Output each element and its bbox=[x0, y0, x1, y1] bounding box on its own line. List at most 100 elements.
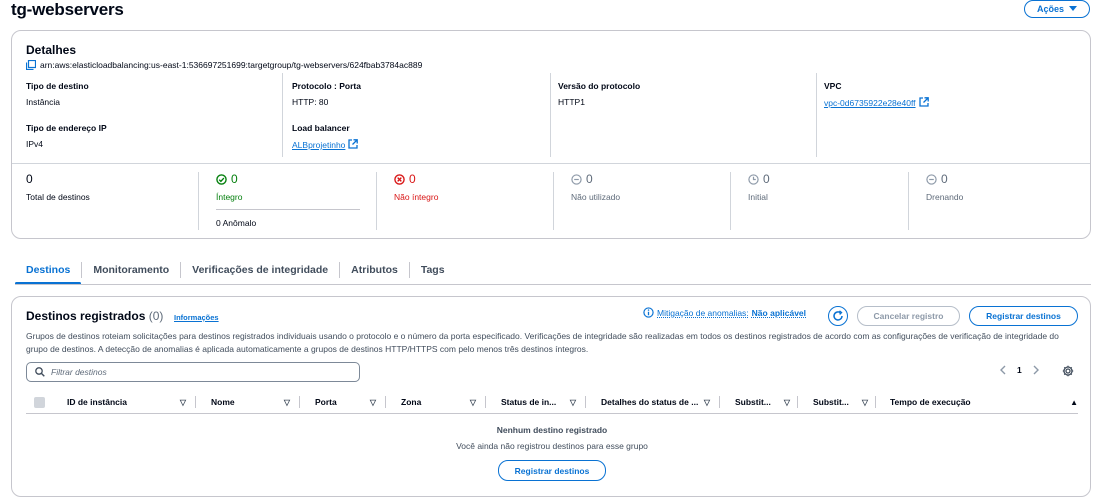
sort-caret-icon: ▽ bbox=[369, 397, 376, 407]
targets-count: (0) bbox=[148, 309, 164, 323]
vpc-label: VPC bbox=[824, 81, 842, 91]
sort-caret-icon: ▽ bbox=[703, 397, 710, 407]
mitigation-label: Mitigação de anomalias: bbox=[657, 307, 749, 318]
column-header-instance-id[interactable]: ID de instância ▽ bbox=[56, 391, 196, 413]
copy-icon[interactable] bbox=[26, 60, 36, 70]
column-header-zone[interactable]: Zona ▽ bbox=[386, 391, 486, 413]
stopped-circle-icon bbox=[926, 173, 937, 185]
tab-verificacoes-integridade[interactable]: Verificações de integridade bbox=[181, 256, 339, 284]
column-header-name[interactable]: Nome ▽ bbox=[196, 391, 300, 413]
sort-ascending-icon: ▲ bbox=[1070, 397, 1078, 407]
stat-unused: 0 Não utilizado bbox=[571, 172, 620, 202]
empty-register-targets-button[interactable]: Registrar destinos bbox=[498, 460, 606, 481]
info-link[interactable]: Informações bbox=[174, 313, 219, 322]
tabs-underline bbox=[15, 284, 1091, 285]
column-label: Substit... bbox=[813, 397, 849, 407]
column-header-execution-time[interactable]: Tempo de execução ▲ bbox=[876, 391, 1078, 413]
empty-state-description: Você ainda não registrou destinos para e… bbox=[456, 441, 648, 451]
tab-atributos[interactable]: Atributos bbox=[340, 256, 409, 284]
current-page[interactable]: 1 bbox=[1017, 365, 1022, 375]
sort-caret-icon: ▽ bbox=[783, 397, 790, 407]
divider bbox=[550, 73, 551, 157]
protocol-port-label: Protocolo : Porta bbox=[292, 81, 361, 91]
anomaly-mitigation-status[interactable]: Mitigação de anomalias: Não aplicável bbox=[643, 307, 806, 318]
stat-total: 0 Total de destinos bbox=[26, 172, 90, 202]
tab-bar: Destinos Monitoramento Verificações de i… bbox=[15, 256, 456, 285]
table-header-divider bbox=[26, 413, 1078, 414]
ip-address-type-value: IPv4 bbox=[26, 139, 44, 149]
refresh-button[interactable] bbox=[828, 306, 848, 326]
external-link-icon bbox=[348, 139, 359, 149]
select-all-checkbox[interactable] bbox=[34, 396, 45, 408]
refresh-icon bbox=[833, 310, 843, 321]
field-protocol-port: Protocolo : Porta HTTP: 80 bbox=[292, 81, 361, 107]
stat-total-label: Total de destinos bbox=[26, 192, 90, 202]
stat-draining-label: Drenando bbox=[926, 192, 964, 202]
stat-total-value: 0 bbox=[26, 172, 33, 186]
stopped-circle-icon bbox=[571, 173, 582, 185]
column-label: Porta bbox=[315, 397, 337, 407]
chevron-left-icon[interactable] bbox=[999, 365, 1006, 375]
chevron-right-icon[interactable] bbox=[1033, 365, 1040, 375]
tab-destinos[interactable]: Destinos bbox=[15, 256, 82, 285]
column-label: Tempo de execução bbox=[890, 397, 971, 407]
target-type-label: Tipo de destino bbox=[26, 81, 89, 91]
load-balancer-link[interactable]: ALBprojetinho bbox=[292, 140, 345, 150]
tab-tags[interactable]: Tags bbox=[410, 256, 456, 284]
protocol-port-value: HTTP: 80 bbox=[292, 97, 329, 107]
stat-draining-value: 0 bbox=[941, 172, 948, 186]
column-header-override-1[interactable]: Substit... ▽ bbox=[720, 391, 798, 413]
column-header-port[interactable]: Porta ▽ bbox=[300, 391, 386, 413]
pagination: 1 bbox=[999, 365, 1040, 375]
arn-row: arn:aws:elasticloadbalancing:us-east-1:5… bbox=[26, 60, 422, 70]
sort-caret-icon: ▽ bbox=[569, 397, 576, 407]
actions-dropdown-button[interactable]: Ações bbox=[1024, 0, 1090, 18]
targets-title-text: Destinos registrados bbox=[26, 309, 146, 323]
column-header-override-2[interactable]: Substit... ▽ bbox=[798, 391, 876, 413]
column-header-health-status-details[interactable]: Detalhes do status de ... ▽ bbox=[586, 391, 720, 413]
stat-healthy-value: 0 bbox=[231, 172, 238, 186]
divider bbox=[553, 172, 554, 230]
gear-icon[interactable] bbox=[1062, 365, 1074, 377]
table-header: ID de instância ▽ Nome ▽ Porta ▽ Zona ▽ … bbox=[26, 391, 1078, 413]
divider bbox=[730, 172, 731, 230]
vpc-link[interactable]: vpc-0d6735922e28e40ff bbox=[824, 98, 916, 108]
filter-targets-input[interactable] bbox=[51, 367, 351, 377]
divider bbox=[376, 172, 377, 230]
sort-caret-icon: ▽ bbox=[283, 397, 290, 407]
stat-unhealthy-value: 0 bbox=[409, 172, 416, 186]
column-label: ID de instância bbox=[67, 397, 127, 407]
filter-targets-field[interactable] bbox=[26, 362, 360, 382]
field-vpc: VPC vpc-0d6735922e28e40ff bbox=[824, 81, 929, 108]
column-header-health-status[interactable]: Status de in... ▽ bbox=[486, 391, 586, 413]
stat-healthy: 0 Íntegro bbox=[216, 172, 242, 202]
arn-value: arn:aws:elasticloadbalancing:us-east-1:5… bbox=[40, 60, 423, 70]
load-balancer-label: Load balancer bbox=[292, 123, 350, 133]
divider bbox=[816, 73, 817, 157]
registered-targets-panel: Destinos registrados (0) Informações Mit… bbox=[11, 296, 1091, 497]
stat-initial: 0 Initial bbox=[748, 172, 770, 202]
details-title: Detalhes bbox=[26, 43, 77, 57]
field-load-balancer: Load balancer ALBprojetinho bbox=[292, 123, 359, 150]
targets-title: Destinos registrados (0) bbox=[26, 309, 163, 323]
divider bbox=[12, 163, 1090, 164]
stat-unused-value: 0 bbox=[586, 172, 593, 186]
stat-draining: 0 Drenando bbox=[926, 172, 963, 202]
error-circle-icon bbox=[394, 173, 405, 185]
empty-state-title: Nenhum destino registrado bbox=[496, 425, 608, 435]
protocol-version-value: HTTP1 bbox=[558, 97, 585, 107]
stat-anomalous: 0 Anômalo bbox=[216, 218, 257, 228]
register-targets-button[interactable]: Registrar destinos bbox=[969, 306, 1078, 326]
protocol-version-label: Versão do protocolo bbox=[558, 81, 641, 91]
field-target-type: Tipo de destino Instância bbox=[26, 81, 89, 107]
divider bbox=[198, 172, 199, 230]
select-all-cell bbox=[26, 391, 56, 413]
deregister-button[interactable]: Cancelar registro bbox=[857, 306, 960, 326]
mitigation-value: Não aplicável bbox=[751, 307, 807, 318]
stat-healthy-label: Íntegro bbox=[216, 192, 243, 202]
page-title: tg-webservers bbox=[11, 0, 124, 19]
targets-description: Grupos de destinos roteiam solicitações … bbox=[26, 331, 1059, 354]
tab-monitoramento[interactable]: Monitoramento bbox=[82, 256, 180, 284]
stat-initial-value: 0 bbox=[763, 172, 770, 186]
divider bbox=[216, 209, 360, 210]
